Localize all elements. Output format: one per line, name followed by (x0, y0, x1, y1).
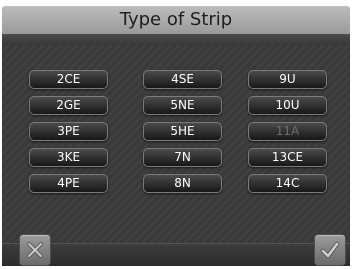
strip-selection-panel: 2CE 4SE 9U 2GE 5NE 10U 3PE 5HE 11A 3KE 7… (2, 34, 350, 266)
title-bar: Type of Strip (2, 6, 350, 35)
panel-top-band (2, 34, 350, 44)
strip-button-5ne[interactable]: 5NE (143, 96, 222, 115)
page-title: Type of Strip (119, 9, 233, 30)
cancel-button[interactable] (19, 234, 51, 266)
strip-type-screen: Type of Strip 2CE 4SE 9U 2GE 5NE 10U 3PE… (0, 0, 355, 269)
strip-button-5he[interactable]: 5HE (143, 122, 222, 141)
strip-button-4se[interactable]: 4SE (143, 70, 222, 89)
strip-button-3ke[interactable]: 3KE (29, 148, 108, 167)
strip-button-14c[interactable]: 14C (248, 174, 327, 193)
strip-button-4pe[interactable]: 4PE (29, 174, 108, 193)
strip-button-2ge[interactable]: 2GE (29, 96, 108, 115)
strip-button-13ce[interactable]: 13CE (248, 148, 327, 167)
strip-button-8n[interactable]: 8N (143, 174, 222, 193)
bottom-bar (2, 243, 350, 266)
strip-button-10u[interactable]: 10U (248, 96, 327, 115)
confirm-button[interactable] (314, 234, 346, 266)
strip-button-9u[interactable]: 9U (248, 70, 327, 89)
checkmark-icon (320, 241, 340, 259)
strip-button-11a: 11A (248, 122, 327, 141)
strip-button-2ce[interactable]: 2CE (29, 70, 108, 89)
strip-button-7n[interactable]: 7N (143, 148, 222, 167)
strip-button-3pe[interactable]: 3PE (29, 122, 108, 141)
close-icon (27, 242, 43, 258)
